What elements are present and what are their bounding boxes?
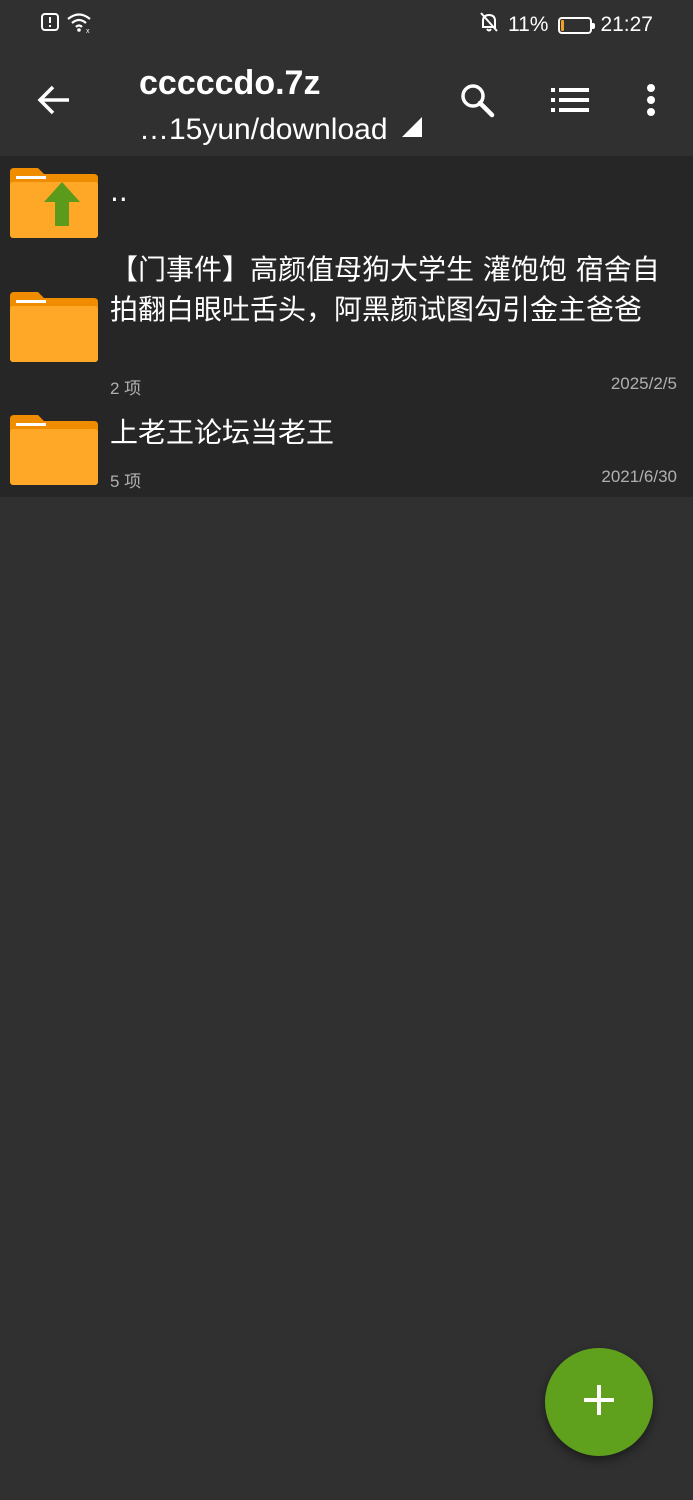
list-item-folder-2[interactable]: 上老王论坛当老王 5 项 2021/6/30 [0,405,693,497]
more-vert-icon [646,83,656,121]
clock: 21:27 [600,13,653,36]
path-dropdown[interactable]: …15yun/download [139,111,422,147]
bell-off-icon [478,11,500,39]
status-right: 11% 21:27 [478,11,653,39]
status-left: x [40,11,92,39]
modified-date: 2021/6/30 [601,467,677,486]
search-icon [459,82,495,122]
folder-rows: 【门事件】高颜值母狗大学生 灌饱饱 宿舍自拍翻白眼吐舌头，阿黑颜试图勾引金主爸爸… [0,244,693,497]
item-count: 5 项 [110,472,142,491]
back-button[interactable] [24,74,84,130]
file-name: .. [110,175,128,208]
more-options-button[interactable] [623,74,679,130]
battery-level [561,19,565,31]
battery-percent: 11% [507,13,549,36]
wifi-icon: x [66,11,92,39]
plus-icon [584,1385,614,1419]
archive-title: cccccdo.7z [139,64,321,102]
list-item-folder-1[interactable]: 【门事件】高颜值母狗大学生 灌饱饱 宿舍自拍翻白眼吐舌头，阿黑颜试图勾引金主爸爸… [0,244,693,405]
file-list: .. [0,156,693,244]
item-count: 2 项 [110,379,142,398]
search-button[interactable] [449,74,505,130]
file-name: 上老王论坛当老王 [110,416,335,449]
list-view-icon [551,86,589,118]
folder-up-icon [10,166,98,242]
folder-icon [10,413,98,489]
back-arrow-icon [37,85,71,119]
folder-icon [10,290,98,366]
list-view-button[interactable] [542,74,598,130]
svg-text:x: x [86,28,90,33]
dropdown-triangle-icon [401,111,422,145]
modified-date: 2025/2/5 [610,374,677,393]
alert-icon [40,12,60,38]
app-bar: cccccdo.7z …15yun/download [0,50,693,156]
list-item-parent[interactable]: .. [0,156,693,244]
battery-icon [558,16,596,34]
file-name: 【门事件】高颜值母狗大学生 灌饱饱 宿舍自拍翻白眼吐舌头，阿黑颜试图勾引金主爸爸 [110,253,660,326]
status-bar: x 11% 21:27 [0,0,693,50]
add-fab-button[interactable] [545,1348,653,1456]
path-label: …15yun/download [139,113,388,146]
